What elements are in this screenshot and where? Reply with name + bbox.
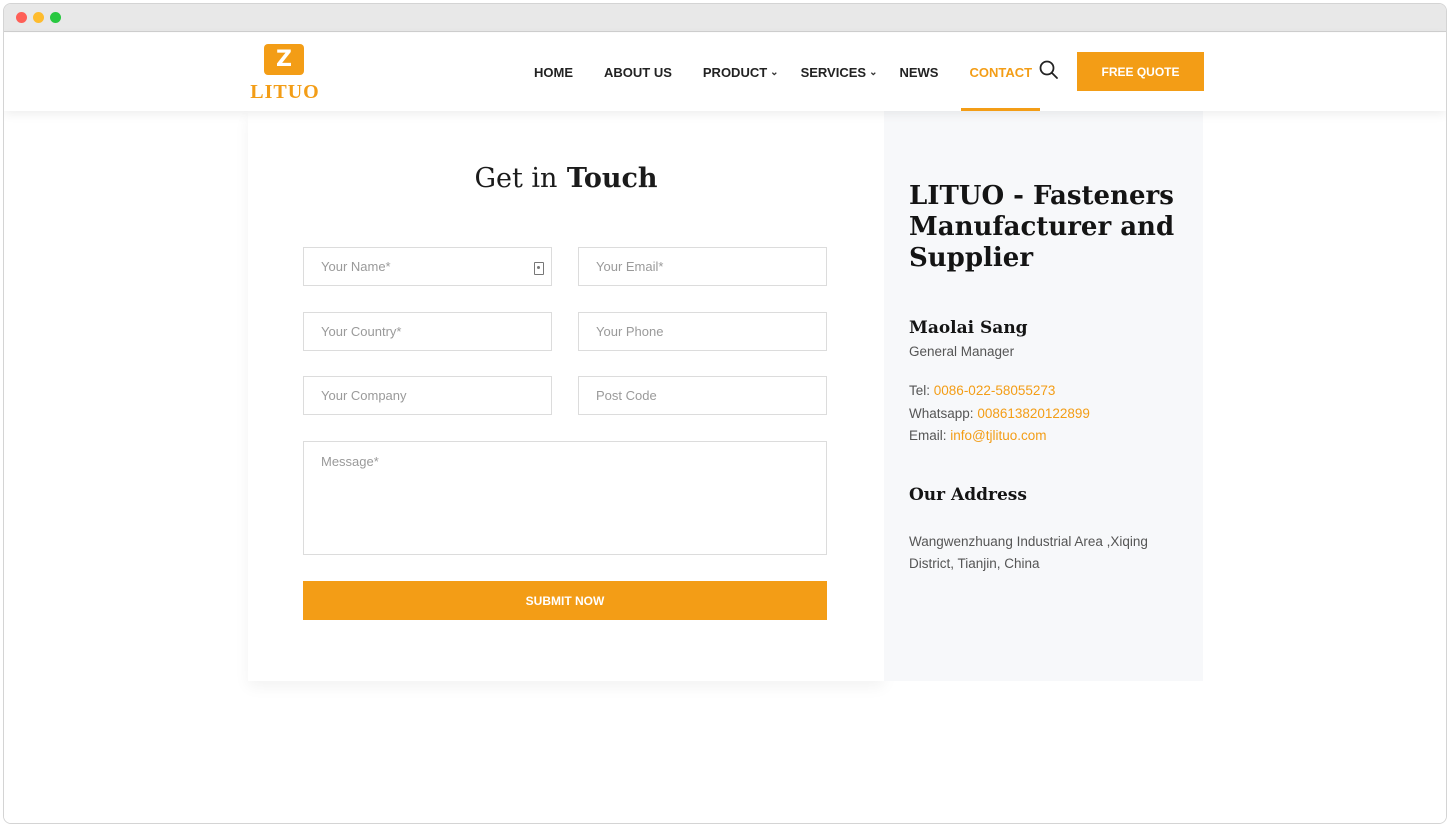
nav-about-us[interactable]: ABOUT US [604, 33, 672, 111]
contact-page: Get in Touch SUBMIT NOW LITUO - Fastener… [4, 111, 1446, 823]
postcode-field[interactable] [578, 376, 827, 415]
tel-line: Tel: 0086-022-58055273 [909, 383, 1056, 398]
nav-home[interactable]: HOME [534, 33, 573, 111]
contact-info-panel: LITUO - Fasteners Manufacturer and Suppl… [884, 111, 1203, 681]
name-field[interactable] [303, 247, 552, 286]
email-field[interactable] [578, 247, 827, 286]
contact-card-icon [534, 262, 544, 275]
contact-person-name: Maolai Sang [909, 318, 1028, 338]
phone-field[interactable] [578, 312, 827, 351]
whatsapp-line: Whatsapp: 008613820122899 [909, 406, 1090, 421]
contact-person-role: General Manager [909, 344, 1015, 359]
nav-contact[interactable]: CONTACT [961, 33, 1040, 111]
address-text: Wangwenzhuang Industrial Area ,Xiqing Di… [909, 534, 1148, 571]
browser-window: Z LITUO HOME ABOUT US PRODUCT ⌄ SERVICES ⌄… [3, 3, 1447, 824]
chevron-down-icon: ⌄ [869, 66, 878, 78]
submit-button[interactable]: SUBMIT NOW [303, 581, 827, 620]
logo[interactable]: Z LITUO [248, 41, 322, 103]
free-quote-button[interactable]: FREE QUOTE [1077, 52, 1204, 91]
main-nav: HOME ABOUT US PRODUCT ⌄ SERVICES ⌄ NEWS CO… [534, 33, 1063, 111]
logo-mark-icon: Z [264, 44, 304, 75]
title-bar [4, 4, 1446, 32]
search-icon[interactable] [1038, 59, 1060, 81]
nav-product[interactable]: PRODUCT ⌄ [703, 33, 779, 111]
email-link[interactable]: info@tjlituo.com [950, 428, 1046, 443]
email-line: Email: info@tjlituo.com [909, 428, 1047, 443]
nav-news[interactable]: NEWS [899, 33, 938, 111]
form-title: Get in Touch [474, 163, 658, 194]
whatsapp-link[interactable]: 008613820122899 [977, 406, 1090, 421]
tel-link[interactable]: 0086-022-58055273 [934, 383, 1056, 398]
contact-form-card: Get in Touch SUBMIT NOW [248, 111, 884, 681]
address-heading: Our Address [909, 485, 1027, 505]
company-field[interactable] [303, 376, 552, 415]
company-heading: LITUO - Fasteners Manufacturer and Suppl… [909, 181, 1175, 273]
country-field[interactable] [303, 312, 552, 351]
maximize-window-button[interactable] [50, 12, 61, 23]
nav-services[interactable]: SERVICES ⌄ [801, 33, 878, 111]
site-header: Z LITUO HOME ABOUT US PRODUCT ⌄ SERVICES ⌄… [4, 33, 1446, 111]
message-field[interactable] [303, 441, 827, 555]
close-window-button[interactable] [16, 12, 27, 23]
logo-text: LITUO [250, 81, 320, 103]
chevron-down-icon: ⌄ [770, 66, 779, 78]
minimize-window-button[interactable] [33, 12, 44, 23]
